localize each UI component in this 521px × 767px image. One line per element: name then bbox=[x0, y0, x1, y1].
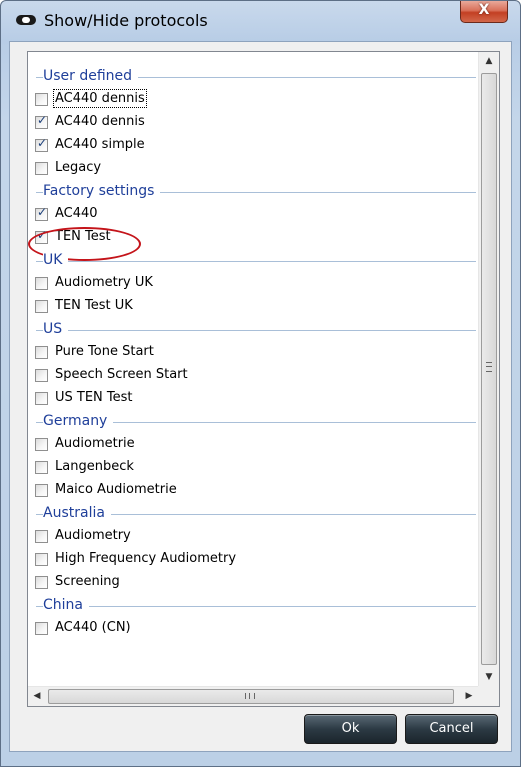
protocol-checkbox[interactable] bbox=[35, 136, 48, 152]
group-header-label: Factory settings bbox=[43, 183, 161, 199]
protocol-item[interactable]: Legacy bbox=[35, 158, 455, 180]
group-header-label: Germany bbox=[43, 413, 114, 429]
protocol-label: Audiometry UK bbox=[55, 275, 153, 290]
group-divider bbox=[36, 606, 476, 607]
protocol-checkbox[interactable] bbox=[35, 162, 48, 175]
protocol-label: Screening bbox=[55, 574, 120, 589]
protocol-checkbox[interactable] bbox=[35, 622, 48, 635]
group-header: China bbox=[36, 595, 476, 615]
group-header: US bbox=[36, 319, 476, 339]
grip-icon bbox=[245, 693, 255, 699]
scroll-left-icon[interactable]: ◀ bbox=[28, 687, 46, 706]
protocol-label: Langenbeck bbox=[55, 459, 134, 474]
scroll-up-icon[interactable]: ▲ bbox=[479, 52, 499, 70]
protocol-checkbox[interactable] bbox=[35, 576, 48, 589]
protocol-checkbox[interactable] bbox=[35, 461, 48, 474]
horizontal-scroll-thumb[interactable] bbox=[48, 689, 454, 704]
protocol-list-content: User defined AC440 dennis AC440 dennis AC44… bbox=[28, 52, 478, 686]
protocol-label: Pure Tone Start bbox=[55, 344, 154, 359]
protocol-checkbox[interactable] bbox=[35, 346, 48, 359]
group-header: UK bbox=[36, 250, 476, 270]
group-divider bbox=[36, 261, 476, 262]
protocol-checkbox[interactable] bbox=[35, 553, 48, 566]
protocol-item[interactable]: AC440 dennis bbox=[35, 112, 455, 134]
vertical-scrollbar[interactable]: ▲ ▼ bbox=[478, 52, 499, 686]
close-icon: X bbox=[478, 2, 490, 18]
protocol-label: Legacy bbox=[55, 160, 102, 175]
protocol-label: AC440 simple bbox=[55, 137, 145, 152]
protocol-item[interactable]: Screening bbox=[35, 572, 455, 594]
protocol-item[interactable]: Langenbeck bbox=[35, 457, 455, 479]
protocol-label: High Frequency Audiometry bbox=[55, 551, 237, 566]
protocol-label: AC440 bbox=[55, 206, 98, 221]
close-button[interactable]: X bbox=[460, 1, 508, 23]
protocol-checkbox[interactable] bbox=[35, 369, 48, 382]
ok-button[interactable]: Ok bbox=[304, 714, 397, 744]
protocol-item[interactable]: Audiometrie bbox=[35, 434, 455, 456]
protocol-checkbox[interactable] bbox=[35, 205, 48, 221]
protocol-item[interactable]: AC440 dennis bbox=[35, 89, 455, 111]
group-header-label: China bbox=[43, 597, 89, 613]
protocol-item[interactable]: US TEN Test bbox=[35, 388, 455, 410]
protocol-checkbox[interactable] bbox=[35, 93, 48, 106]
scroll-down-icon[interactable]: ▼ bbox=[479, 668, 499, 686]
protocol-label: AC440 (CN) bbox=[55, 620, 131, 635]
protocol-label: AC440 dennis bbox=[55, 114, 145, 129]
protocol-label: US TEN Test bbox=[55, 390, 133, 405]
protocol-checkbox[interactable] bbox=[35, 300, 48, 313]
window-title: Show/Hide protocols bbox=[44, 11, 208, 30]
group-header-label: UK bbox=[43, 252, 69, 268]
dialog-window: Show/Hide protocols X User defined AC440 … bbox=[0, 0, 521, 767]
protocol-label: Audiometry bbox=[55, 528, 131, 543]
protocol-label: AC440 dennis bbox=[53, 89, 147, 108]
protocol-checkbox[interactable] bbox=[35, 530, 48, 543]
protocol-item[interactable]: Audiometry UK bbox=[35, 273, 455, 295]
scroll-right-icon[interactable]: ▶ bbox=[460, 687, 478, 706]
protocol-item[interactable]: Maico Audiometrie bbox=[35, 480, 455, 502]
protocol-checkbox[interactable] bbox=[35, 438, 48, 451]
protocol-checkbox[interactable] bbox=[35, 484, 48, 497]
protocol-list[interactable]: User defined AC440 dennis AC440 dennis AC44… bbox=[27, 51, 500, 707]
protocol-item[interactable]: TEN Test bbox=[35, 227, 455, 249]
protocol-item[interactable]: TEN Test UK bbox=[35, 296, 455, 318]
group-header-label: User defined bbox=[43, 68, 139, 84]
protocol-label: Speech Screen Start bbox=[55, 367, 188, 382]
protocol-item[interactable]: High Frequency Audiometry bbox=[35, 549, 455, 571]
scrollbar-corner bbox=[478, 686, 499, 706]
vertical-scroll-thumb[interactable] bbox=[481, 73, 497, 665]
protocol-checkbox[interactable] bbox=[35, 228, 48, 244]
protocol-item[interactable]: Audiometry bbox=[35, 526, 455, 548]
group-header-label: Australia bbox=[43, 505, 111, 521]
protocol-item[interactable]: AC440 simple bbox=[35, 135, 455, 157]
app-icon bbox=[16, 15, 36, 25]
protocol-item[interactable]: Pure Tone Start bbox=[35, 342, 455, 364]
horizontal-scrollbar[interactable]: ◀ ▶ bbox=[28, 686, 478, 706]
protocol-checkbox[interactable] bbox=[35, 277, 48, 290]
protocol-checkbox[interactable] bbox=[35, 392, 48, 405]
protocol-item[interactable]: Speech Screen Start bbox=[35, 365, 455, 387]
group-header-label: US bbox=[43, 321, 69, 337]
protocol-label: TEN Test bbox=[55, 229, 111, 244]
protocol-item[interactable]: AC440 bbox=[35, 204, 455, 226]
group-header: Australia bbox=[36, 503, 476, 523]
protocol-label: Audiometrie bbox=[55, 436, 135, 451]
protocol-item[interactable]: AC440 (CN) bbox=[35, 618, 455, 640]
protocol-label: TEN Test UK bbox=[55, 298, 133, 313]
grip-icon bbox=[486, 362, 492, 372]
cancel-button[interactable]: Cancel bbox=[405, 714, 498, 744]
protocol-label: Maico Audiometrie bbox=[55, 482, 177, 497]
group-divider bbox=[36, 330, 476, 331]
group-header: Factory settings bbox=[36, 181, 476, 201]
title-bar[interactable]: Show/Hide protocols X bbox=[1, 1, 520, 41]
group-header: Germany bbox=[36, 411, 476, 431]
protocol-checkbox[interactable] bbox=[35, 113, 48, 129]
group-header: User defined bbox=[36, 66, 476, 86]
